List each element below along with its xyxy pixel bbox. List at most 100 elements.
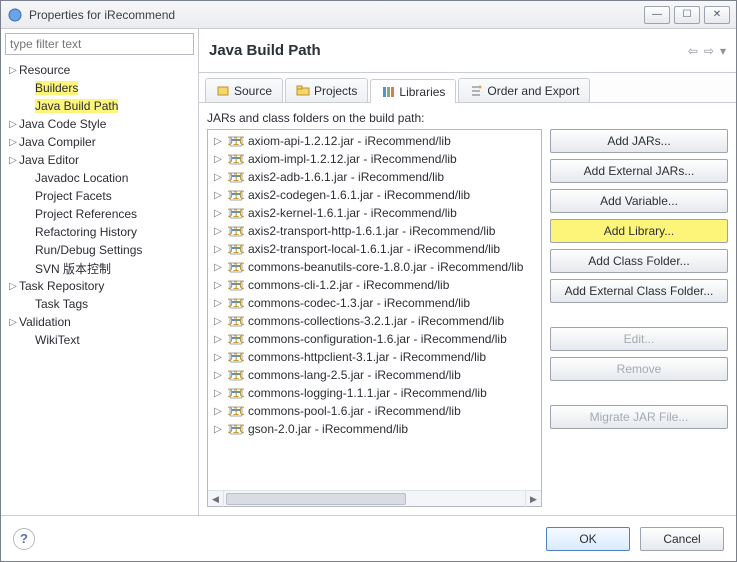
help-button[interactable]: ?: [13, 528, 35, 550]
sidebar-item-task-tags[interactable]: Task Tags: [5, 295, 194, 313]
tab-order-and-export[interactable]: Order and Export: [458, 78, 590, 102]
scroll-left-icon[interactable]: ◀: [208, 491, 224, 507]
jar-icon: 010: [228, 332, 244, 346]
menu-dropdown-icon[interactable]: ▾: [720, 44, 726, 58]
svg-text:010: 010: [228, 152, 244, 166]
sidebar-item-java-build-path[interactable]: Java Build Path: [5, 97, 194, 115]
sidebar-item-builders[interactable]: Builders: [5, 79, 194, 97]
sidebar-item-label: Validation: [19, 315, 71, 329]
svg-text:010: 010: [228, 386, 244, 400]
sidebar-item-label: Java Compiler: [19, 135, 96, 149]
libraries-panel: JARs and class folders on the build path…: [199, 103, 736, 515]
jar-list-item[interactable]: ▷010axis2-transport-local-1.6.1.jar - iR…: [208, 240, 541, 258]
jar-list-item[interactable]: ▷010commons-lang-2.5.jar - iRecommend/li…: [208, 366, 541, 384]
jar-list-item[interactable]: ▷010commons-cli-1.2.jar - iRecommend/lib: [208, 276, 541, 294]
sidebar-item-task-repository[interactable]: ▷Task Repository: [5, 277, 194, 295]
jar-list-item[interactable]: ▷010axis2-transport-http-1.6.1.jar - iRe…: [208, 222, 541, 240]
add-class-folder-button[interactable]: Add Class Folder...: [550, 249, 728, 273]
chevron-right-icon: ▷: [212, 406, 224, 417]
chevron-right-icon: ▷: [212, 334, 224, 345]
sidebar-item-label: Resource: [19, 63, 70, 77]
chevron-right-icon: ▷: [7, 155, 19, 166]
order-icon: [469, 84, 483, 98]
jar-list-item[interactable]: ▷ 010 commons-configuration-1.6.jar - iRec…: [208, 330, 541, 348]
property-tree[interactable]: ▷ResourceBuildersJava Build Path▷Java Co…: [1, 59, 198, 515]
jar-list-item[interactable]: ▷010commons-collections-3.2.1.jar - iRec…: [208, 312, 541, 330]
maximize-button[interactable]: ☐: [674, 6, 700, 24]
sidebar-item-resource[interactable]: ▷Resource: [5, 61, 194, 79]
jar-list-item[interactable]: ▷010axiom-impl-1.2.12.jar - iRecommend/l…: [208, 150, 541, 168]
jar-icon: 010: [228, 260, 244, 274]
sidebar-item-svn-[interactable]: SVN 版本控制: [5, 259, 194, 277]
jar-list[interactable]: ▷010axiom-api-1.2.12.jar - iRecommend/li…: [208, 130, 541, 490]
chevron-right-icon: ▷: [212, 136, 224, 147]
chevron-right-icon: ▷: [212, 424, 224, 435]
sidebar-item-label: Project Facets: [35, 189, 112, 203]
footer-buttons: OK Cancel: [546, 527, 724, 551]
jar-icon: 010: [228, 242, 244, 256]
jar-label: commons-codec-1.3.jar - iRecommend/lib: [248, 296, 470, 310]
jar-label: commons-configuration-1.6.jar - iRecomme…: [248, 332, 507, 346]
sidebar-item-java-editor[interactable]: ▷Java Editor: [5, 151, 194, 169]
button-column: Add JARs... Add External JARs... Add Var…: [550, 129, 728, 507]
jar-list-item[interactable]: ▷010commons-httpclient-3.1.jar - iRecomm…: [208, 348, 541, 366]
chevron-right-icon: ▷: [7, 281, 19, 292]
add-variable-button[interactable]: Add Variable...: [550, 189, 728, 213]
chevron-right-icon: ▷: [212, 316, 224, 327]
tab-libraries[interactable]: Libraries: [370, 79, 456, 103]
jar-list-item[interactable]: ▷010commons-logging-1.1.1.jar - iRecomme…: [208, 384, 541, 402]
properties-dialog: Properties for iRecommend — ☐ ✕ ▷Resourc…: [0, 0, 737, 562]
close-button[interactable]: ✕: [704, 6, 730, 24]
sidebar-item-refactoring-history[interactable]: Refactoring History: [5, 223, 194, 241]
sidebar-item-label: Javadoc Location: [35, 171, 128, 185]
sidebar-item-label: Run/Debug Settings: [35, 243, 142, 257]
jar-icon: 010: [228, 404, 244, 418]
jar-list-item[interactable]: ▷010commons-pool-1.6.jar - iRecommend/li…: [208, 402, 541, 420]
sidebar-item-java-code-style[interactable]: ▷Java Code Style: [5, 115, 194, 133]
dialog-footer: ? OK Cancel: [1, 515, 736, 561]
jar-list-item[interactable]: ▷010axis2-kernel-1.6.1.jar - iRecommend/…: [208, 204, 541, 222]
jar-icon: 010: [228, 206, 244, 220]
migrate-jar-button: Migrate JAR File...: [550, 405, 728, 429]
add-library-button[interactable]: Add Library...: [550, 219, 728, 243]
ok-button[interactable]: OK: [546, 527, 630, 551]
sidebar-item-run-debug-settings[interactable]: Run/Debug Settings: [5, 241, 194, 259]
jar-list-item[interactable]: ▷010axiom-api-1.2.12.jar - iRecommend/li…: [208, 132, 541, 150]
tab-projects[interactable]: Projects: [285, 78, 368, 102]
svg-text:010: 010: [228, 170, 244, 184]
forward-icon[interactable]: ⇨: [704, 44, 714, 58]
jar-list-item[interactable]: ▷010axis2-codegen-1.6.1.jar - iRecommend…: [208, 186, 541, 204]
svg-text:010: 010: [228, 350, 244, 364]
svg-text:010: 010: [228, 314, 244, 328]
sidebar-item-validation[interactable]: ▷Validation: [5, 313, 194, 331]
jar-list-item[interactable]: ▷010commons-beanutils-core-1.8.0.jar - i…: [208, 258, 541, 276]
page-header: Java Build Path ⇦ ⇨ ▾: [199, 29, 736, 73]
minimize-button[interactable]: —: [644, 6, 670, 24]
chevron-right-icon: ▷: [212, 352, 224, 363]
remove-button: Remove: [550, 357, 728, 381]
sidebar-item-project-references[interactable]: Project References: [5, 205, 194, 223]
jar-list-item[interactable]: ▷010gson-2.0.jar - iRecommend/lib: [208, 420, 541, 438]
add-external-jars-button[interactable]: Add External JARs...: [550, 159, 728, 183]
add-external-class-folder-button[interactable]: Add External Class Folder...: [550, 279, 728, 303]
main-panel: Java Build Path ⇦ ⇨ ▾ SourceProjectsLibr…: [199, 29, 736, 515]
scroll-thumb[interactable]: [226, 493, 406, 505]
sidebar-item-project-facets[interactable]: Project Facets: [5, 187, 194, 205]
chevron-right-icon: ▷: [212, 262, 224, 273]
sidebar-item-java-compiler[interactable]: ▷Java Compiler: [5, 133, 194, 151]
add-jars-button[interactable]: Add JARs...: [550, 129, 728, 153]
cancel-button[interactable]: Cancel: [640, 527, 724, 551]
app-icon: [7, 7, 23, 23]
filter-input[interactable]: [5, 33, 194, 55]
back-icon[interactable]: ⇦: [688, 44, 698, 58]
sidebar-item-wikitext[interactable]: WikiText: [5, 331, 194, 349]
jar-label: axis2-transport-local-1.6.1.jar - iRecom…: [248, 242, 500, 256]
scroll-right-icon[interactable]: ▶: [525, 491, 541, 507]
jar-list-item[interactable]: ▷010axis2-adb-1.6.1.jar - iRecommend/lib: [208, 168, 541, 186]
jar-list-item[interactable]: ▷010commons-codec-1.3.jar - iRecommend/l…: [208, 294, 541, 312]
sidebar-item-javadoc-location[interactable]: Javadoc Location: [5, 169, 194, 187]
tab-label: Order and Export: [487, 84, 579, 98]
body-row: ▷010axiom-api-1.2.12.jar - iRecommend/li…: [207, 129, 728, 507]
tab-source[interactable]: Source: [205, 78, 283, 102]
horizontal-scrollbar[interactable]: ◀ ▶: [208, 490, 541, 506]
